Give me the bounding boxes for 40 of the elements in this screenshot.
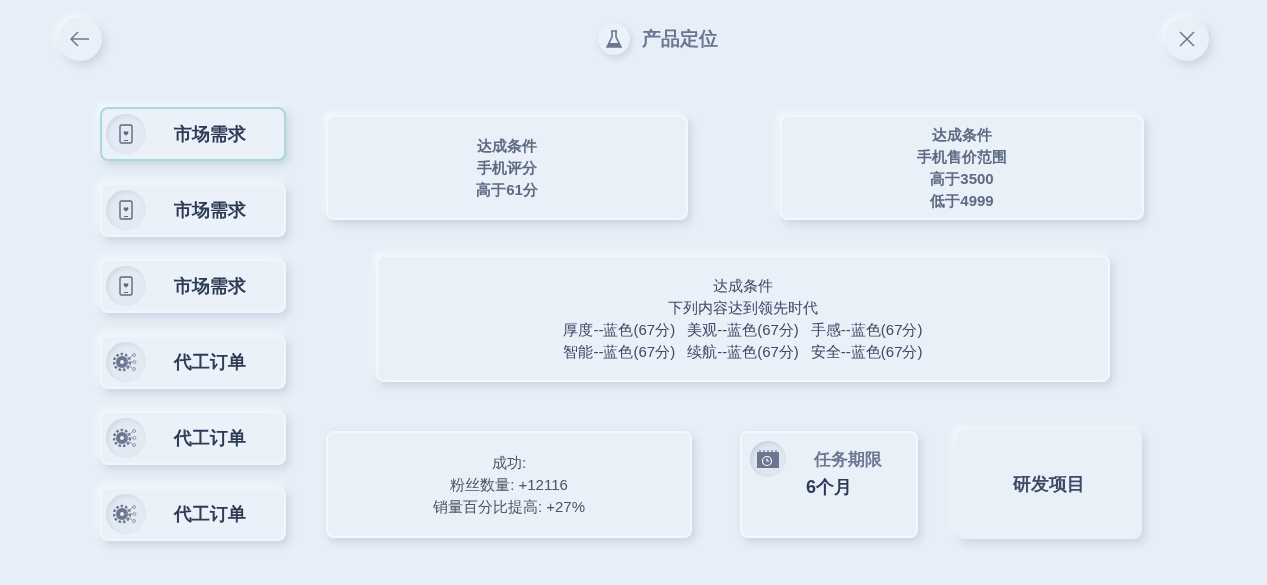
close-button[interactable] [1165,17,1209,61]
reward-text: 销量百分比提高: +27% [432,496,586,517]
condition-text: 高于61分 [476,179,538,200]
condition-text: 手机售价范围 [917,146,1007,167]
sidebar-item[interactable]: 市场需求 [100,107,286,161]
condition-item: 智能--蓝色(67分) [563,341,676,362]
sidebar-item[interactable]: 市场需求 [100,259,286,313]
sidebar-item[interactable]: 代工订单 [100,487,286,541]
condition-title: 达成条件 [477,135,537,156]
condition-text: 低于4999 [930,190,994,211]
reward-text: 成功: [491,452,527,473]
sidebar-item[interactable]: 代工订单 [100,411,286,465]
phone-icon [106,266,146,306]
calendar-clock-icon [750,441,786,477]
back-arrow-icon [70,31,90,47]
condition-text: 下列内容达到领先时代 [668,297,818,318]
gear-icon [106,342,146,382]
close-icon [1179,31,1195,47]
condition-title: 达成条件 [713,275,773,296]
deadline-value: 6个月 [806,476,852,499]
back-button[interactable] [58,17,102,61]
condition-item: 手感--蓝色(67分) [810,319,923,340]
page-title: 产品定位 [641,26,718,51]
gear-icon [106,418,146,458]
phone-icon [106,190,146,230]
sidebar-item[interactable]: 市场需求 [100,183,286,237]
condition-title: 达成条件 [932,124,992,145]
condition-item: 安全--蓝色(67分) [810,341,923,362]
sidebar-item[interactable]: 代工订单 [100,335,286,389]
phone-icon [106,114,146,154]
condition-item: 续航--蓝色(67分) [687,341,799,362]
condition-text: 手机评分 [477,157,537,178]
deadline-label: 任务期限 [814,449,882,471]
gear-icon [106,494,146,534]
condition-text: 高于3500 [930,168,994,189]
flask-icon [597,23,630,55]
condition-item: 厚度--蓝色(67分) [563,319,676,340]
condition-item: 美观--蓝色(67分) [687,319,799,340]
reward-text: 粉丝数量: +12116 [450,474,568,495]
research-project-button[interactable]: 研发项目 [956,430,1142,539]
